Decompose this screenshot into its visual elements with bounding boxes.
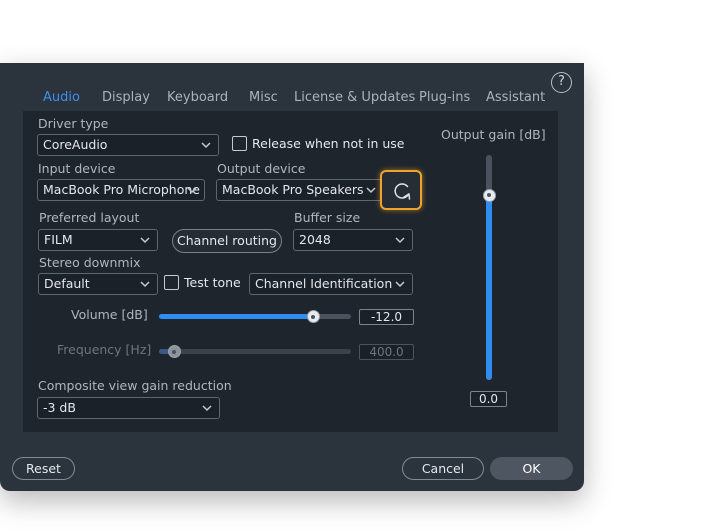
- chevron-down-icon: [140, 237, 150, 244]
- output-gain-slider-thumb[interactable]: [482, 188, 496, 202]
- composite-gain-reduction-label: Composite view gain reduction: [38, 378, 232, 393]
- reset-button[interactable]: Reset: [12, 457, 75, 480]
- driver-type-label: Driver type: [38, 116, 109, 131]
- volume-value[interactable]: -12.0: [359, 309, 414, 325]
- frequency-value: 400.0: [359, 344, 414, 360]
- release-when-not-in-use-label: Release when not in use: [252, 136, 405, 151]
- tab-display[interactable]: Display: [102, 89, 150, 107]
- output-gain-value[interactable]: 0.0: [470, 391, 507, 407]
- preferred-layout-select[interactable]: FILM: [38, 229, 158, 251]
- chevron-down-icon: [395, 281, 405, 288]
- frequency-slider-thumb: [167, 345, 181, 358]
- input-device-label: Input device: [38, 161, 116, 176]
- refresh-devices-button[interactable]: [380, 170, 422, 210]
- refresh-icon: [394, 183, 411, 200]
- buffer-size-label: Buffer size: [294, 210, 361, 225]
- input-device-select[interactable]: MacBook Pro Microphone: [37, 179, 205, 201]
- chevron-down-icon: [366, 187, 376, 194]
- buffer-size-value: 2048: [299, 232, 331, 247]
- tab-audio[interactable]: Audio: [43, 89, 80, 107]
- chevron-down-icon: [187, 187, 197, 194]
- buffer-size-select[interactable]: 2048: [293, 229, 413, 251]
- release-when-not-in-use-checkbox[interactable]: [232, 136, 247, 151]
- tab-misc[interactable]: Misc: [249, 89, 278, 107]
- tab-keyboard[interactable]: Keyboard: [167, 89, 228, 107]
- test-tone-checkbox[interactable]: [164, 275, 179, 290]
- chevron-down-icon: [395, 237, 405, 244]
- output-gain-slider-fill: [486, 195, 492, 380]
- cancel-button[interactable]: Cancel: [402, 457, 484, 480]
- composite-gain-reduction-select[interactable]: -3 dB: [37, 397, 220, 419]
- preferred-layout-value: FILM: [44, 232, 73, 247]
- chevron-down-icon: [201, 142, 211, 149]
- driver-type-value: CoreAudio: [43, 137, 108, 152]
- chevron-down-icon: [202, 405, 212, 412]
- help-button[interactable]: ?: [551, 72, 572, 93]
- output-device-select[interactable]: MacBook Pro Speakers: [216, 179, 384, 201]
- volume-label: Volume [dB]: [71, 307, 148, 322]
- test-tone-signal-value: Channel Identification: [255, 276, 393, 291]
- ok-button[interactable]: OK: [490, 457, 573, 480]
- test-tone-signal-select[interactable]: Channel Identification: [249, 273, 413, 295]
- tab-license-updates[interactable]: License & Updates: [294, 89, 415, 107]
- frequency-slider-track: [159, 345, 351, 358]
- test-tone-label: Test tone: [184, 275, 241, 290]
- tab-assistant[interactable]: Assistant: [486, 89, 545, 107]
- tab-plug-ins[interactable]: Plug-ins: [419, 89, 470, 107]
- frequency-label: Frequency [Hz]: [57, 342, 152, 357]
- stereo-downmix-label: Stereo downmix: [39, 255, 141, 270]
- input-device-value: MacBook Pro Microphone: [43, 182, 200, 197]
- stereo-downmix-select[interactable]: Default: [38, 273, 158, 295]
- stereo-downmix-value: Default: [44, 276, 90, 291]
- chevron-down-icon: [140, 281, 150, 288]
- volume-slider-fill: [159, 314, 313, 319]
- composite-gain-reduction-value: -3 dB: [43, 400, 76, 415]
- output-device-label: Output device: [217, 161, 306, 176]
- output-gain-label: Output gain [dB]: [441, 127, 546, 142]
- output-gain-slider-track[interactable]: [482, 155, 496, 380]
- preferred-layout-label: Preferred layout: [39, 210, 140, 225]
- volume-slider-thumb[interactable]: [306, 310, 320, 323]
- channel-routing-button[interactable]: Channel routing: [172, 229, 282, 253]
- volume-slider-track[interactable]: [159, 310, 351, 323]
- driver-type-select[interactable]: CoreAudio: [37, 134, 219, 156]
- output-device-value: MacBook Pro Speakers: [222, 182, 364, 197]
